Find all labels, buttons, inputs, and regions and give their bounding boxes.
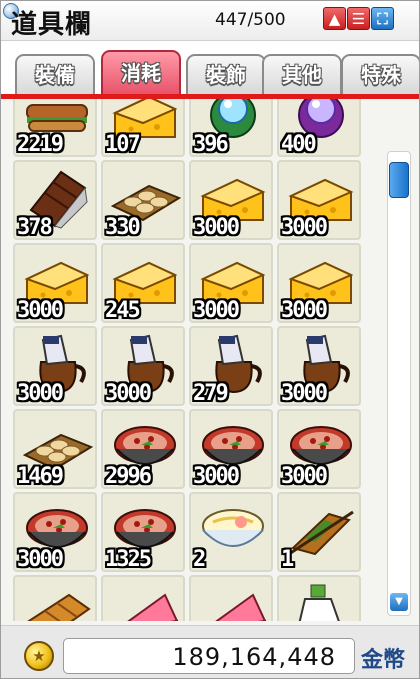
inventory-slot[interactable]: 3000	[189, 243, 273, 323]
item-quantity: 3000	[17, 298, 64, 323]
item-quantity: 378	[17, 215, 53, 240]
item-quantity: 3000	[193, 215, 240, 240]
item-quantity: 107	[105, 132, 141, 157]
inventory-slot[interactable]: 1469	[13, 409, 97, 489]
inventory-slot[interactable]: 3000	[277, 243, 361, 323]
item-quantity: 279	[193, 381, 229, 406]
up-arrow-icon: ▲	[328, 10, 341, 28]
inventory-slot[interactable]	[277, 575, 361, 621]
tab-consumable[interactable]: 消耗	[101, 50, 181, 94]
item-quantity: 2996	[105, 464, 152, 489]
inventory-slot[interactable]: 3000	[13, 492, 97, 572]
sort-button[interactable]: ▲	[323, 7, 346, 30]
inventory-slot[interactable]: 3000	[277, 409, 361, 489]
expand-button[interactable]: ⛶	[371, 7, 394, 30]
inventory-slot[interactable]: 3000	[189, 160, 273, 240]
inventory-slot[interactable]: 2	[189, 492, 273, 572]
inventory-slot[interactable]: 400	[277, 99, 361, 157]
item-quantity: 3000	[281, 381, 328, 406]
inventory-slot[interactable]: 378	[13, 160, 97, 240]
item-quantity: 2	[193, 547, 206, 572]
item-quantity: 3000	[193, 464, 240, 489]
bread-loaf-icon	[27, 593, 91, 621]
inventory-slot[interactable]: 3000	[189, 409, 273, 489]
window-title: 道具欄	[11, 10, 93, 40]
item-quantity: 1469	[17, 464, 64, 489]
money-display: 189,164,448	[63, 638, 355, 674]
item-quantity: 2219	[17, 132, 64, 157]
scroll-thumb[interactable]	[389, 162, 409, 198]
inventory-slot[interactable]	[189, 575, 273, 621]
inventory-slot[interactable]: 107	[101, 99, 185, 157]
potion-bottle-icon	[298, 584, 340, 621]
pink-cake-slice-icon	[215, 593, 267, 621]
item-quantity: 3000	[17, 381, 64, 406]
item-quantity: 3000	[281, 298, 328, 323]
ramen-bowl-icon	[202, 509, 264, 547]
inventory-slot[interactable]: 1	[277, 492, 361, 572]
inventory-slot[interactable]: 245	[101, 243, 185, 323]
item-quantity: 3000	[17, 547, 64, 572]
scrollbar[interactable]: ▼	[387, 151, 411, 616]
inventory-slot[interactable]: 3000	[277, 160, 361, 240]
currency-label: 金幣	[361, 648, 406, 673]
inventory-slot[interactable]: 3000	[13, 243, 97, 323]
inventory-slot[interactable]	[101, 575, 185, 621]
item-quantity: 1325	[105, 547, 152, 572]
item-quantity: 400	[281, 132, 317, 157]
inventory-slot[interactable]: 1325	[101, 492, 185, 572]
inventory-capacity: 447/500	[215, 10, 286, 30]
pink-cake-slice-icon	[127, 593, 179, 621]
item-quantity: 3000	[105, 381, 152, 406]
money-value: 189,164,448	[172, 643, 336, 671]
inventory-slot[interactable]: 2996	[101, 409, 185, 489]
inventory-slot[interactable]: 3000	[101, 326, 185, 406]
inventory-slot[interactable]	[13, 575, 97, 621]
item-quantity: 3000	[281, 215, 328, 240]
title-bar: 道具欄 447/500 ▲ ☰ ⛶	[1, 1, 419, 41]
coin-icon: ★	[24, 641, 54, 671]
inventory-slot[interactable]: 330	[101, 160, 185, 240]
inventory-slot[interactable]: 396	[189, 99, 273, 157]
inventory-slot[interactable]: 3000	[277, 326, 361, 406]
chevron-down-icon: ▼	[395, 596, 403, 607]
inventory-window: 道具欄 447/500 ▲ ☰ ⛶ 裝備 消耗 裝飾 其他 特殊 2219 107…	[0, 0, 420, 679]
category-tabs: 裝備 消耗 裝飾 其他 特殊	[1, 41, 419, 99]
item-quantity: 245	[105, 298, 141, 323]
tab-decoration[interactable]: 裝飾	[186, 54, 266, 94]
tab-other[interactable]: 其他	[262, 54, 342, 94]
list-button[interactable]: ☰	[347, 7, 370, 30]
grilled-skewer-icon	[288, 510, 354, 556]
expand-icon: ⛶	[377, 10, 388, 28]
tab-special[interactable]: 特殊	[341, 54, 419, 94]
item-quantity: 330	[105, 215, 141, 240]
item-quantity: 1	[281, 547, 294, 572]
inventory-slot[interactable]: 2219	[13, 99, 97, 157]
item-quantity: 3000	[281, 464, 328, 489]
scroll-down-button[interactable]: ▼	[390, 593, 408, 611]
tab-equipment[interactable]: 裝備	[15, 54, 95, 94]
item-quantity: 3000	[193, 298, 240, 323]
inventory-slot[interactable]: 279	[189, 326, 273, 406]
item-quantity: 396	[193, 132, 229, 157]
item-grid[interactable]: 2219 107 396 400 378 330 3000 3000 3000 245 3000 30…	[13, 99, 373, 621]
money-footer: ★ 189,164,448 金幣	[1, 625, 419, 678]
list-icon: ☰	[351, 10, 366, 28]
inventory-slot[interactable]: 3000	[13, 326, 97, 406]
